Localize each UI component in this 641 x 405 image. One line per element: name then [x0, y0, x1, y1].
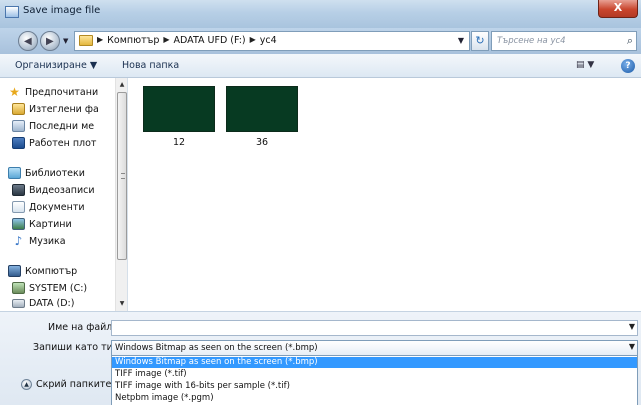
nav-item-label: Изтеглени фа: [29, 103, 99, 115]
address-dropdown-icon[interactable]: ▼: [458, 36, 464, 45]
nav-item-music[interactable]: ♪ Музика: [12, 235, 66, 247]
recent-pages-dropdown[interactable]: ▼: [63, 37, 68, 45]
drive-icon: [12, 299, 25, 308]
file-type-options: Windows Bitmap as seen on the screen (*.…: [111, 356, 638, 405]
nav-item-pictures[interactable]: Картини: [12, 218, 72, 230]
nav-item-drive-c[interactable]: SYSTEM (C:): [12, 282, 87, 294]
search-icon[interactable]: ⌕: [627, 34, 633, 48]
chevron-right-icon[interactable]: ▶: [250, 35, 256, 46]
views-button[interactable]: ▤ ▼: [576, 60, 600, 72]
image-thumbnail: [226, 86, 298, 132]
window-title: Save image file: [23, 5, 101, 16]
hide-folders-button[interactable]: ▲ Скрий папките: [21, 379, 111, 390]
nav-item-label: Музика: [29, 235, 66, 247]
nav-item-label: Видеозаписи: [29, 184, 95, 196]
image-thumbnail: [143, 86, 215, 132]
address-field[interactable]: ▶ Компютър ▶ ADATA UFD (F:) ▶ ус4 ▼: [74, 31, 470, 51]
close-button[interactable]: X: [598, 0, 638, 18]
help-icon[interactable]: ?: [621, 59, 635, 73]
pictures-icon: [12, 218, 25, 230]
nav-item-documents[interactable]: Документи: [12, 201, 85, 213]
breadcrumb-folder[interactable]: ус4: [260, 35, 277, 46]
file-type-select[interactable]: Windows Bitmap as seen on the screen (*.…: [111, 340, 638, 356]
system-drive-icon: [12, 282, 25, 294]
nav-scrollbar[interactable]: ▲ ▼: [115, 78, 127, 311]
save-form: Име на файл: ▼ Запиши като тип: Windows …: [0, 311, 641, 405]
command-toolbar: Организиране ▼ Нова папка ▤ ▼ ?: [0, 54, 641, 78]
nav-computer-header[interactable]: Компютър: [8, 265, 77, 277]
search-placeholder: Търсене на ус4: [497, 36, 566, 46]
back-arrow-icon: ◀: [24, 36, 32, 47]
nav-libraries-header[interactable]: Библиотеки: [8, 167, 85, 179]
star-icon: ★: [9, 85, 20, 99]
address-bar-row: ◀ ▶ ▼ ▶ Компютър ▶ ADATA UFD (F:) ▶ ус4 …: [0, 28, 641, 54]
nav-item-desktop[interactable]: Работен плот: [12, 137, 96, 149]
file-item[interactable]: 36: [226, 86, 298, 148]
nav-favorites-header[interactable]: ★ Предпочитани: [8, 86, 98, 98]
chevron-right-icon[interactable]: ▶: [97, 35, 103, 46]
file-list: 12 36: [129, 78, 641, 311]
scrollbar-thumb[interactable]: [117, 92, 127, 260]
breadcrumb-computer[interactable]: Компютър: [107, 35, 159, 46]
search-input[interactable]: Търсене на ус4 ⌕: [491, 31, 637, 51]
file-type-option[interactable]: Netpbm image (*.pgm): [112, 393, 637, 404]
recent-places-icon: [12, 120, 25, 132]
video-icon: [12, 184, 25, 196]
forward-arrow-icon: ▶: [46, 36, 54, 47]
back-button[interactable]: ◀: [18, 31, 38, 51]
collapse-icon: ▲: [21, 379, 32, 390]
documents-icon: [12, 201, 25, 213]
file-item[interactable]: 12: [143, 86, 215, 148]
nav-item-label: Работен плот: [29, 137, 97, 149]
chevron-down-icon[interactable]: ▼: [629, 322, 635, 331]
app-icon: [5, 6, 19, 18]
nav-item-label: Компютър: [25, 265, 78, 277]
new-folder-button[interactable]: Нова папка: [122, 60, 179, 71]
forward-button[interactable]: ▶: [40, 31, 60, 51]
nav-item-label: SYSTEM (C:): [29, 282, 88, 294]
desktop-icon: [12, 137, 25, 149]
refresh-button[interactable]: ↻: [471, 31, 489, 51]
organize-button[interactable]: Организиране ▼: [15, 60, 97, 71]
nav-item-label: Предпочитани: [25, 86, 99, 98]
chevron-down-icon[interactable]: ▼: [629, 342, 635, 351]
nav-item-drive-d[interactable]: DATA (D:): [12, 298, 74, 309]
file-name: 36: [255, 137, 269, 148]
breadcrumb-drive[interactable]: ADATA UFD (F:): [174, 35, 246, 46]
title-bar: Save image file X: [0, 0, 641, 28]
filename-input[interactable]: ▼: [111, 320, 638, 336]
hide-folders-label: Скрий папките: [36, 379, 112, 390]
file-type-option[interactable]: TIFF image (*.tif): [112, 369, 637, 380]
downloads-folder-icon: [12, 103, 25, 115]
folder-icon: [79, 35, 93, 46]
nav-item-label: Документи: [29, 201, 85, 213]
navigation-pane: ★ Предпочитани Изтеглени фа Последни ме …: [0, 78, 128, 311]
nav-item-label: Картини: [29, 218, 72, 230]
file-type-value: Windows Bitmap as seen on the screen (*.…: [115, 343, 318, 353]
nav-item-recent[interactable]: Последни ме: [12, 120, 94, 132]
nav-item-videos[interactable]: Видеозаписи: [12, 184, 95, 196]
scroll-up-icon[interactable]: ▲: [117, 80, 127, 90]
music-icon: ♪: [14, 234, 23, 248]
file-type-option[interactable]: TIFF image with 16-bits per sample (*.ti…: [112, 381, 637, 392]
breadcrumb: ▶ Компютър ▶ ADATA UFD (F:) ▶ ус4: [97, 35, 277, 46]
scroll-down-icon[interactable]: ▼: [117, 299, 127, 309]
nav-item-label: Последни ме: [29, 120, 95, 132]
file-type-label: Запиши като тип:: [33, 342, 123, 353]
libraries-icon: [8, 167, 21, 179]
filename-label: Име на файл:: [48, 322, 116, 333]
nav-item-downloads[interactable]: Изтеглени фа: [12, 103, 99, 115]
file-type-option[interactable]: Windows Bitmap as seen on the screen (*.…: [112, 357, 637, 368]
nav-item-label: DATA (D:): [29, 298, 75, 309]
grip-icon: [121, 173, 125, 179]
nav-item-label: Библиотеки: [25, 167, 85, 179]
chevron-right-icon[interactable]: ▶: [163, 35, 169, 46]
computer-icon: [8, 265, 21, 277]
file-name: 12: [172, 137, 186, 148]
